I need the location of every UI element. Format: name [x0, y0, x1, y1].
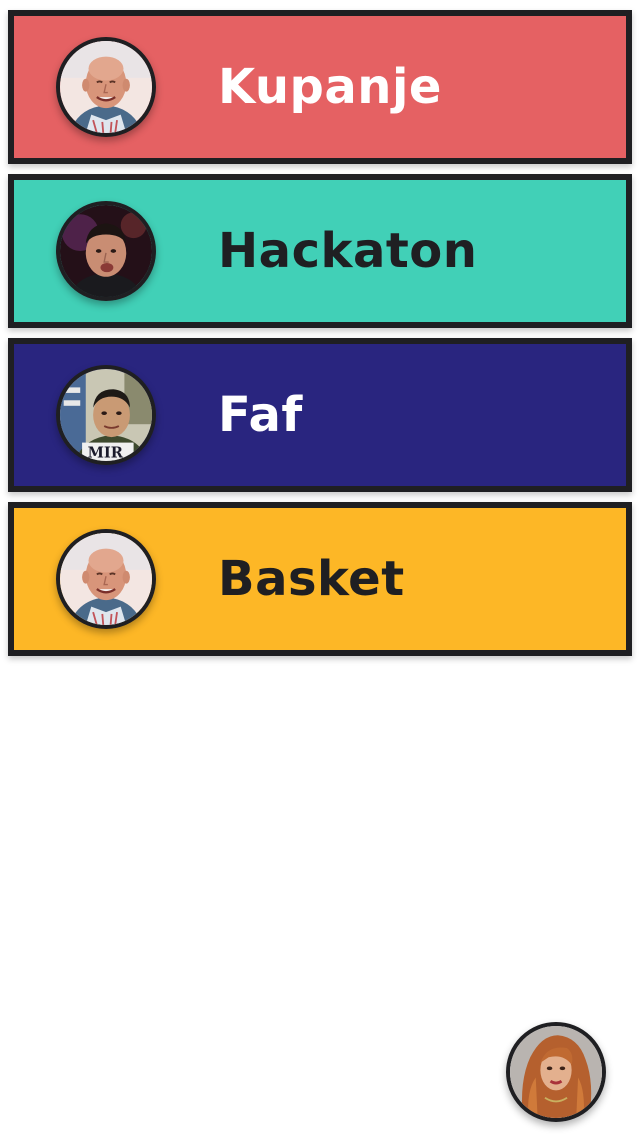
- bald-man-avatar-image: [60, 533, 152, 625]
- activity-list: Kupanje Hackaton MIR Faf Basket: [8, 10, 632, 666]
- activity-title: Hackaton: [218, 223, 478, 279]
- bald-man-avatar: [56, 37, 156, 137]
- man-avatar-poster-image: MIR: [60, 369, 152, 461]
- activity-title: Faf: [218, 387, 303, 443]
- man-avatar-dark-image: [60, 205, 152, 297]
- svg-text:MIR: MIR: [88, 444, 124, 461]
- bald-man-avatar-image: [60, 41, 152, 133]
- activity-card-kupanje[interactable]: Kupanje: [8, 10, 632, 164]
- activity-card-basket[interactable]: Basket: [8, 502, 632, 656]
- activity-card-faf[interactable]: MIR Faf: [8, 338, 632, 492]
- activity-title: Kupanje: [218, 59, 442, 115]
- woman-avatar: [510, 1026, 602, 1118]
- screen: Kupanje Hackaton MIR Faf Basket: [0, 0, 640, 1136]
- profile-fab-button[interactable]: [506, 1022, 606, 1122]
- activity-title: Basket: [218, 551, 405, 607]
- activity-card-hackaton[interactable]: Hackaton: [8, 174, 632, 328]
- bald-man-avatar: [56, 529, 156, 629]
- man-avatar-poster: MIR: [56, 365, 156, 465]
- man-avatar-dark: [56, 201, 156, 301]
